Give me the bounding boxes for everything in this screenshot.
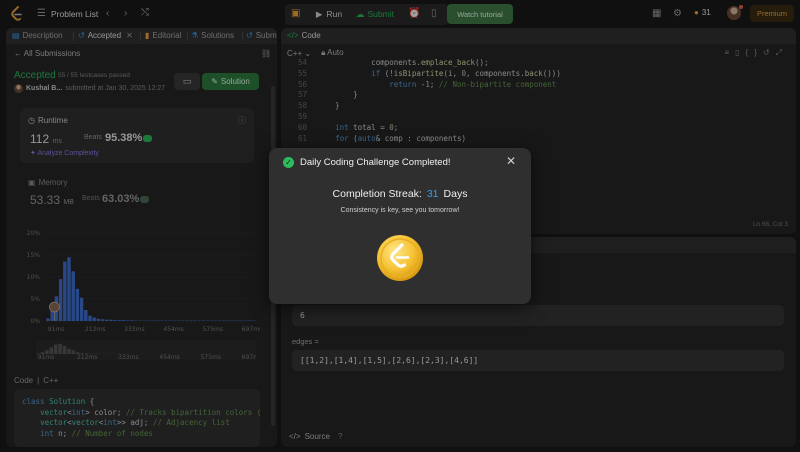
daily-challenge-modal: ✓ Daily Coding Challenge Completed! ✕ Co… — [269, 148, 531, 304]
coin-badge-icon — [377, 235, 423, 281]
modal-subtitle: Consistency is key, see you tomorrow! — [340, 207, 460, 214]
close-icon[interactable]: ✕ — [504, 154, 518, 168]
check-circle-icon: ✓ — [283, 157, 294, 168]
streak-number: 31 — [426, 188, 439, 200]
modal-title: Daily Coding Challenge Completed! — [300, 157, 451, 168]
completion-streak: Completion Streak: 31 Days — [332, 188, 468, 200]
